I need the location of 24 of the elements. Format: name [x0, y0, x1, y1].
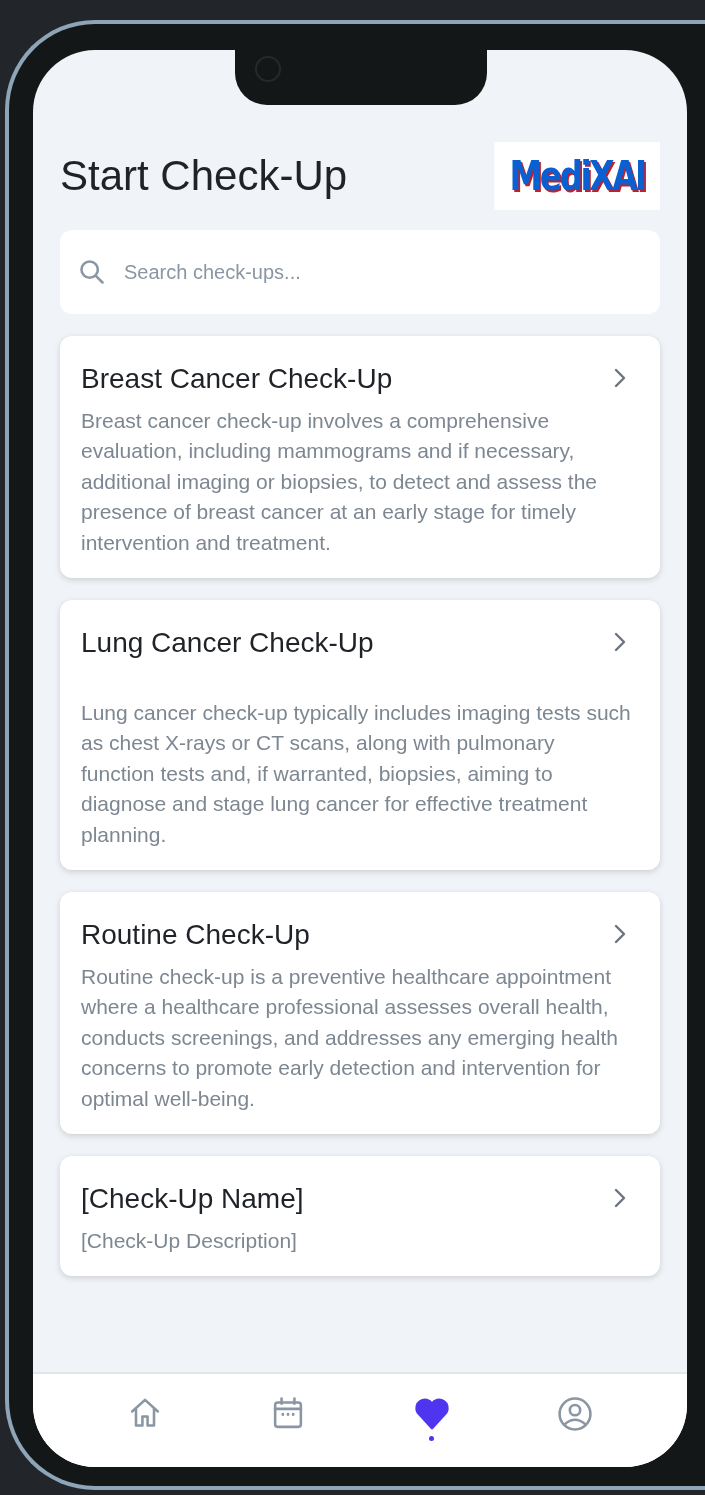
logo: MediXAI	[494, 142, 660, 210]
chevron-right-icon	[614, 368, 626, 388]
checkup-card[interactable]	[60, 600, 660, 871]
chevron-right-icon	[614, 632, 626, 653]
selected-indicator	[429, 1436, 435, 1441]
card-title: [Check-Up Name]	[81, 1182, 304, 1216]
checkup-card[interactable]	[60, 892, 660, 1135]
nav-tab[interactable]	[413, 1396, 450, 1441]
chevron-right-icon	[614, 924, 626, 945]
checkup-card[interactable]	[60, 336, 660, 579]
checkup-card[interactable]: [Check-Up Name] [Check-Up Description]	[60, 1156, 660, 1277]
card-description: Routine check-up is a preventive healthcare appointment where a healthcare professional assesses overall health, conducts screenings, and addresses any emerging health concerns to promote early detection and intervention for optimal well-being.	[81, 963, 619, 1112]
profile-icon	[557, 1396, 594, 1432]
nav-tab[interactable]	[557, 1396, 594, 1432]
card-description: Breast cancer check-up involves a comprehensive evaluation, including mammograms and if necessary, additional imaging or biopsies, to detect and assess the presence of breast cancer at an early stage for timely intervention and treatment.	[81, 407, 598, 556]
card-description: [Check-Up Description]	[81, 1227, 298, 1254]
search-field[interactable]: Search check-ups...	[60, 230, 660, 314]
card-title: Lung Cancer Check-Up	[81, 626, 374, 660]
chevron-right-icon	[614, 1188, 626, 1209]
card-title: Breast Cancer Check-Up	[81, 362, 393, 396]
page-title: Start Check-Up	[60, 150, 348, 201]
card-title: Routine Check-Up	[81, 918, 310, 952]
heart-icon	[413, 1396, 450, 1432]
card-description: Lung cancer check-up typically includes imaging tests such as chest X-rays or CT scans, along with pulmonary function tests and, if warranted, biopsies, aiming to diagnose and stage lung cancer for effective treatment planning.	[81, 699, 632, 848]
